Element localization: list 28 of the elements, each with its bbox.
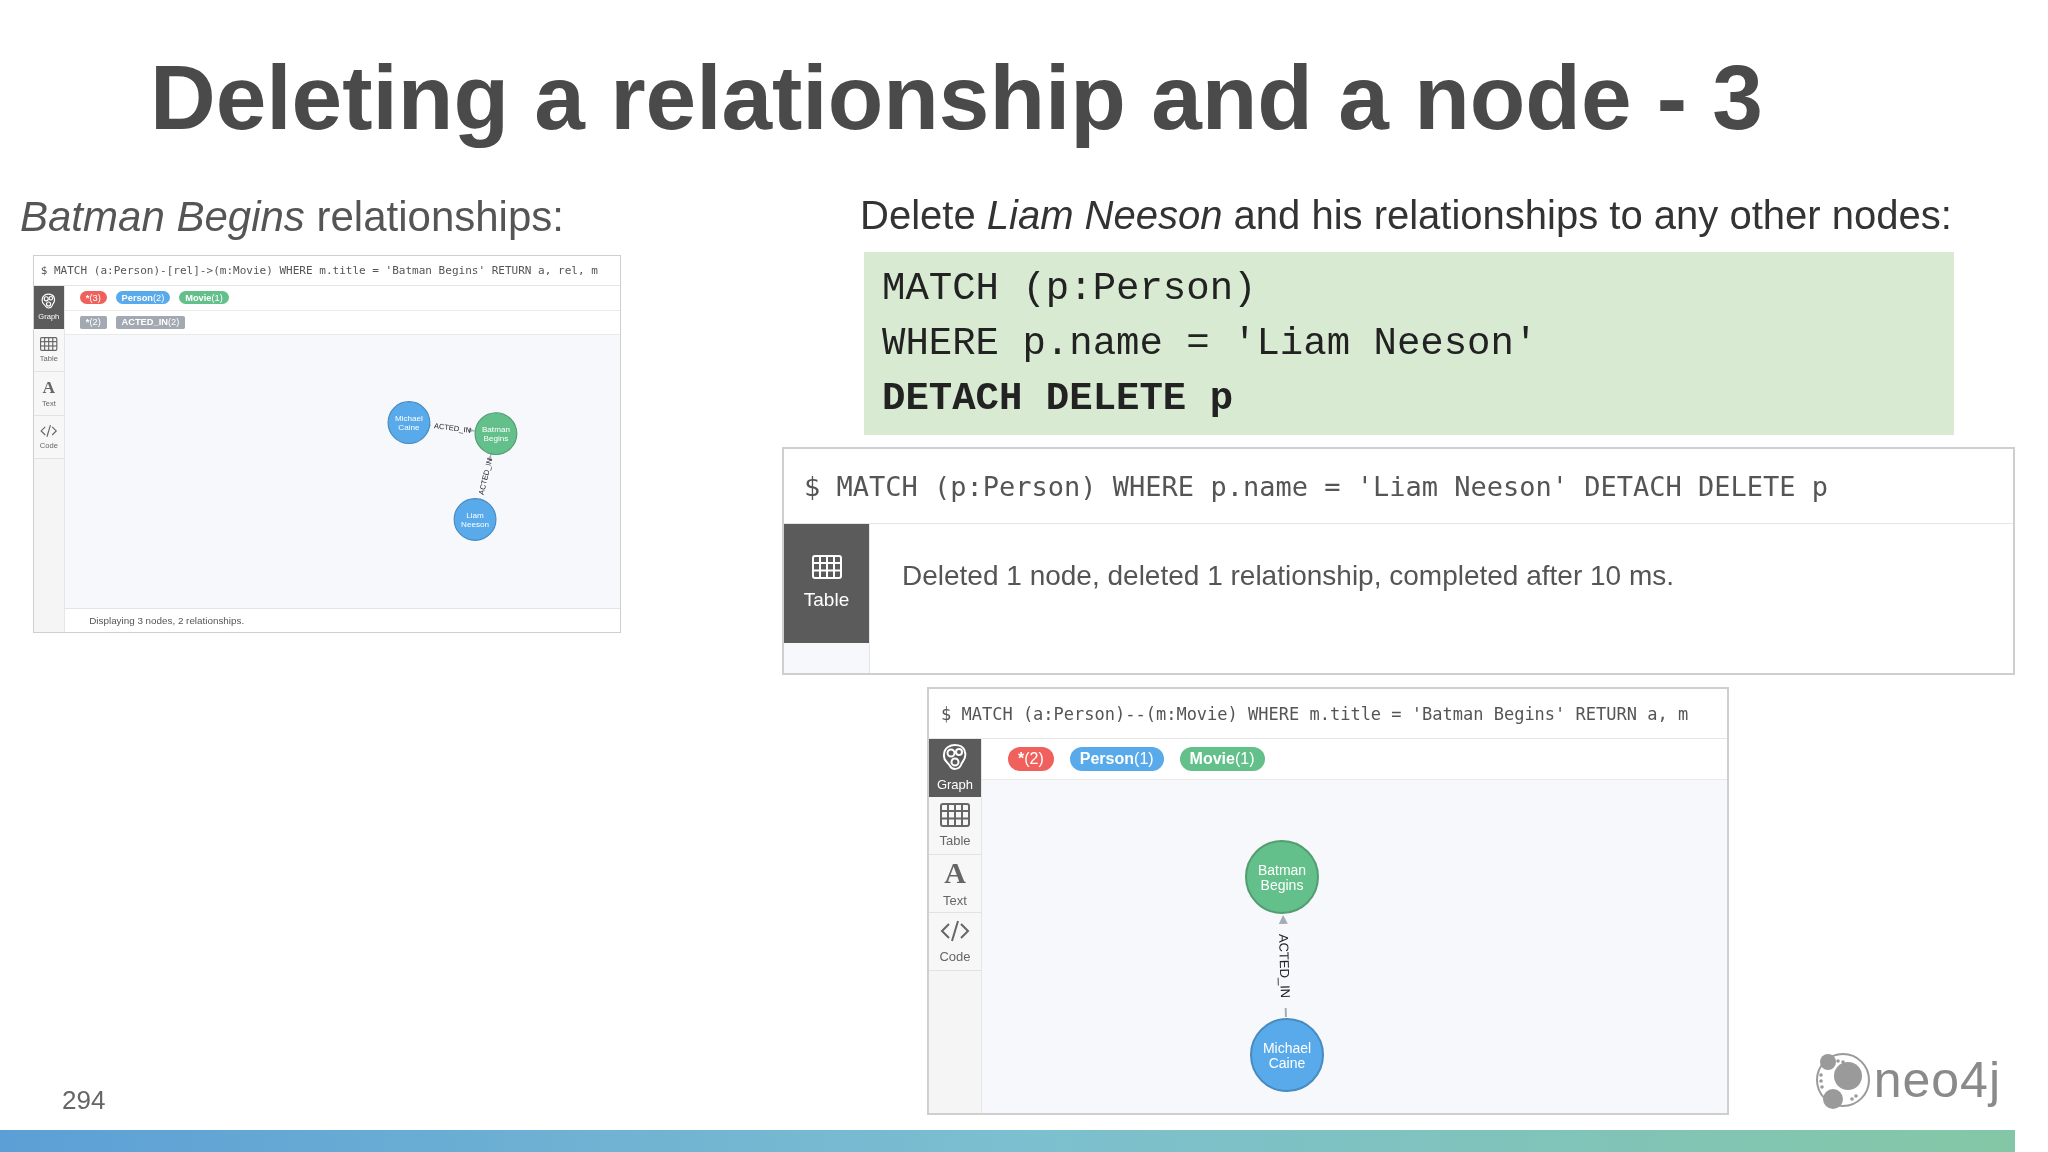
result-message: Deleted 1 node, deleted 1 relationship, completed after 10 ms. (902, 560, 1675, 592)
graph-node[interactable] (1245, 840, 1319, 914)
node-caption: Michael Caine (1262, 1039, 1312, 1071)
node-label-tag[interactable]: *(3) (80, 290, 107, 305)
table-icon (940, 803, 970, 827)
text-icon: A (42, 379, 56, 396)
graph-node[interactable] (387, 401, 431, 445)
text-icon: A (944, 859, 966, 887)
relationship-label: ACTED_IN (1276, 933, 1293, 999)
query-text: $ MATCH (p:Person) WHERE p.name = 'Liam Neeson' DETACH DELETE p (784, 449, 2013, 524)
status-text: Displaying 3 nodes, 2 relationships. (64, 607, 621, 632)
sidebar-tab[interactable]: Table (784, 524, 869, 643)
table-icon (811, 555, 842, 579)
sidebar-tab[interactable]: Graph (929, 739, 981, 797)
relationship-arrow (1278, 915, 1288, 925)
graph-node[interactable] (474, 412, 518, 456)
graph-icon (942, 743, 968, 771)
code-block: MATCH (p:Person) WHERE p.name = 'Liam Neeson' DETACH DELETE p (864, 252, 1954, 435)
caption-text: Delete Liam Neeson and his relationships to any other nodes: (860, 192, 1953, 238)
node-label-tag[interactable]: *(2) (1008, 747, 1054, 771)
graph-node[interactable] (453, 498, 497, 542)
slide-title: Deleting a relationship and a node - 3 (149, 46, 1764, 148)
page-number: 294 (62, 1085, 107, 1116)
caption-text: Batman Begins relationships: (20, 192, 565, 242)
node-caption: Batman Begins (1257, 861, 1307, 893)
code-icon (940, 919, 970, 943)
logo-text: neo4j (1873, 1052, 2001, 1108)
graph-node[interactable] (1250, 1018, 1324, 1092)
